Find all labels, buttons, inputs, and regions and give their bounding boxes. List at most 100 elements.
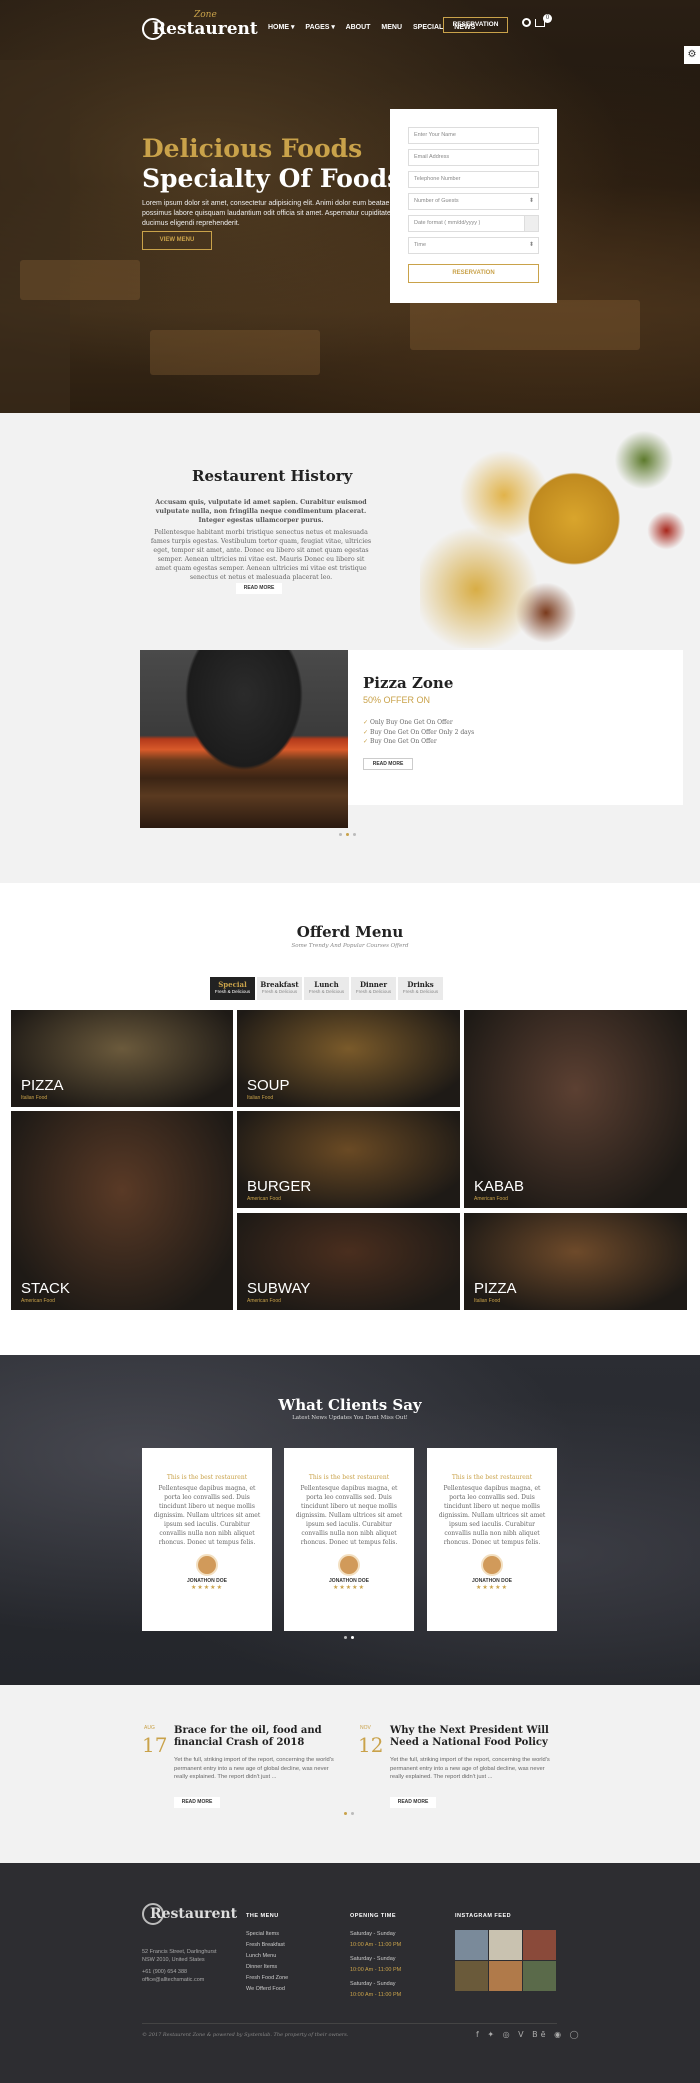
check-icon: ✓ bbox=[363, 728, 370, 736]
instagram-photo[interactable] bbox=[455, 1930, 488, 1960]
menu-item-cuisine: Italian Food bbox=[247, 1095, 274, 1101]
pizza-zone-item-label: Only Buy One Get On Offer bbox=[369, 719, 453, 726]
search-icon[interactable] bbox=[522, 18, 531, 27]
pizza-zone-title: Pizza Zone bbox=[363, 674, 454, 692]
footer: Restaurent 52 Francis Street, Darlinghur… bbox=[0, 1863, 700, 2083]
footer-link[interactable]: Fresh Breakfast bbox=[246, 1940, 288, 1951]
hours-time: 10:00 Am - 11:00 PM bbox=[350, 1967, 402, 1973]
history-quote: Accusam quis, vulputate id amet sapien. … bbox=[155, 499, 367, 524]
menu-item-pizza[interactable]: PIZZA Italian Food bbox=[11, 1010, 233, 1107]
post-excerpt: Yet the full, striking import of the rep… bbox=[174, 1757, 334, 1780]
calendar-icon[interactable] bbox=[524, 216, 538, 231]
menu-item-name: KABAB bbox=[474, 1178, 525, 1195]
hours-time: 10:00 Am - 11:00 PM bbox=[350, 1942, 402, 1948]
instagram-photo[interactable] bbox=[523, 1961, 556, 1991]
phone-number[interactable]: +61 (900) 654 388 bbox=[142, 1968, 217, 1976]
hours-days: Saturday - Sunday bbox=[350, 1931, 396, 1937]
carousel-dot[interactable] bbox=[344, 1636, 347, 1639]
name-field[interactable]: Enter Your Name bbox=[408, 127, 539, 144]
social-icons[interactable]: f ✦ ◎ V Bē ◉ ◯ bbox=[476, 2030, 582, 2039]
menu-item-pizza-2[interactable]: PIZZA Italian Food bbox=[464, 1213, 687, 1310]
footer-heading: INSTAGRAM FEED bbox=[455, 1913, 512, 1919]
footer-logo[interactable]: Restaurent bbox=[142, 1901, 237, 1927]
instagram-photo[interactable] bbox=[523, 1930, 556, 1960]
menu-item-special[interactable]: SPECIAL bbox=[413, 24, 443, 31]
hero-paragraph: Lorem ipsum dolor sit amet, consectetur … bbox=[142, 200, 391, 227]
list-item: ✓ Only Buy One Get On Offer bbox=[363, 718, 474, 728]
tab-sublabel: Fresh & Delicious bbox=[214, 989, 251, 994]
pizza-zone-read-more-button[interactable]: READ MORE bbox=[363, 758, 413, 770]
gear-icon[interactable]: ⚙ bbox=[684, 46, 700, 64]
post-read-more-button[interactable]: READ MORE bbox=[390, 1797, 436, 1808]
blog-section: AUG 17 Brace for the oil, food and finan… bbox=[0, 1685, 700, 1863]
testimonial-text: Pellentesque dapibus magna, et porta leo… bbox=[438, 1485, 546, 1546]
hero-table-decor bbox=[410, 300, 640, 350]
instagram-photo[interactable] bbox=[489, 1961, 522, 1991]
instagram-photo[interactable] bbox=[489, 1930, 522, 1960]
post-title[interactable]: Why the Next President Will Need a Natio… bbox=[390, 1725, 560, 1749]
tab-breakfast[interactable]: Breakfast Fresh & Delicious bbox=[257, 977, 303, 1000]
menu-item-soup[interactable]: SOUP Italian Food bbox=[237, 1010, 460, 1107]
guests-select[interactable]: Number of Guests ⬍ bbox=[408, 193, 539, 210]
time-select[interactable]: Time ⬍ bbox=[408, 237, 539, 254]
tab-special[interactable]: Special Fresh & Delicious bbox=[210, 977, 256, 1000]
menu-item-pages[interactable]: PAGES ▾ bbox=[305, 24, 334, 31]
carousel-dot-active[interactable] bbox=[346, 833, 349, 836]
pizza-zone-item-label: Buy One Get On Offer Only 2 days bbox=[369, 728, 475, 736]
carousel-dot[interactable] bbox=[351, 1812, 354, 1815]
menu-item-subway[interactable]: SUBWAY American Food bbox=[237, 1213, 460, 1310]
star-rating: ★★★★★ bbox=[476, 1584, 508, 1591]
tab-sublabel: Fresh & Delicious bbox=[402, 989, 439, 994]
tab-drinks[interactable]: Drinks Fresh & Delicious bbox=[398, 977, 444, 1000]
carousel-dot[interactable] bbox=[353, 833, 356, 836]
carousel-dot-active[interactable] bbox=[344, 1812, 347, 1815]
check-icon: ✓ bbox=[363, 719, 370, 726]
hero-table-decor bbox=[150, 330, 320, 375]
menu-item-name: SUBWAY bbox=[247, 1280, 311, 1297]
header-reservation-button[interactable]: RESERVATION bbox=[443, 17, 508, 33]
tab-sublabel: Fresh & Delicious bbox=[355, 989, 392, 994]
carousel-dot-active[interactable] bbox=[351, 1636, 354, 1639]
menu-item-cuisine: Italian Food bbox=[21, 1095, 48, 1101]
post-excerpt: Yet the full, striking import of the rep… bbox=[390, 1757, 550, 1780]
footer-divider bbox=[142, 2023, 557, 2024]
history-read-more-button[interactable]: READ MORE bbox=[236, 583, 282, 594]
phone-field[interactable]: Telephone Number bbox=[408, 171, 539, 188]
instagram-photo[interactable] bbox=[455, 1961, 488, 1991]
menu-item-kabab[interactable]: KABAB American Food bbox=[464, 1010, 687, 1208]
email-field[interactable]: Email Address bbox=[408, 149, 539, 166]
star-rating: ★★★★★ bbox=[333, 1584, 365, 1591]
tab-lunch[interactable]: Lunch Fresh & Delicious bbox=[304, 977, 350, 1000]
menu-item-home[interactable]: HOME ▾ bbox=[268, 24, 294, 31]
tab-label: Dinner bbox=[359, 980, 388, 989]
menu-item-stack[interactable]: STACK American Food bbox=[11, 1111, 233, 1310]
footer-link[interactable]: We Offerd Food bbox=[246, 1984, 288, 1995]
testimonial-heading: This is the best restaurent bbox=[166, 1474, 248, 1481]
select-arrows-icon: ⬍ bbox=[528, 242, 534, 248]
date-field[interactable]: Date format ( mm/dd/yyyy ) bbox=[408, 215, 539, 232]
footer-link[interactable]: Special Items bbox=[246, 1929, 288, 1940]
carousel-dot[interactable] bbox=[339, 833, 342, 836]
menu-item-burger[interactable]: BURGER American Food bbox=[237, 1111, 460, 1208]
footer-link[interactable]: Fresh Food Zone bbox=[246, 1973, 288, 1984]
view-menu-button[interactable]: VIEW MENU bbox=[142, 231, 212, 250]
offered-menu-section: Offerd Menu Some Trendy And Popular Cour… bbox=[0, 883, 700, 1355]
footer-link[interactable]: Lunch Menu bbox=[246, 1951, 288, 1962]
menu-item-cuisine: American Food bbox=[247, 1298, 281, 1304]
post-title[interactable]: Brace for the oil, food and financial Cr… bbox=[174, 1725, 344, 1749]
footer-link[interactable]: Dinner Items bbox=[246, 1962, 288, 1973]
footer-menu-column: THE MENU Special Items Fresh Breakfast L… bbox=[246, 1911, 288, 1995]
pizza-zone-offer: 50% OFFER ON bbox=[363, 695, 431, 705]
tab-dinner[interactable]: Dinner Fresh & Delicious bbox=[351, 977, 397, 1000]
logo-script: Zone bbox=[194, 10, 217, 20]
menu-item-menu[interactable]: MENU bbox=[381, 24, 402, 31]
reservation-submit-button[interactable]: RESERVATION bbox=[408, 264, 539, 283]
tab-label: Lunch bbox=[314, 980, 339, 989]
menu-item-about[interactable]: ABOUT bbox=[346, 24, 371, 31]
history-section: Restaurent History Accusam quis, vulputa… bbox=[0, 413, 700, 883]
email-address[interactable]: office@alltechsmatic.com bbox=[142, 1976, 217, 1984]
site-logo[interactable]: Restaurent Zone bbox=[142, 10, 258, 43]
footer-contact: 52 Francis Street, Darlinghurst NSW 2010… bbox=[142, 1948, 217, 1984]
address-line: NSW 2010, United States bbox=[142, 1957, 205, 1963]
post-read-more-button[interactable]: READ MORE bbox=[174, 1797, 220, 1808]
